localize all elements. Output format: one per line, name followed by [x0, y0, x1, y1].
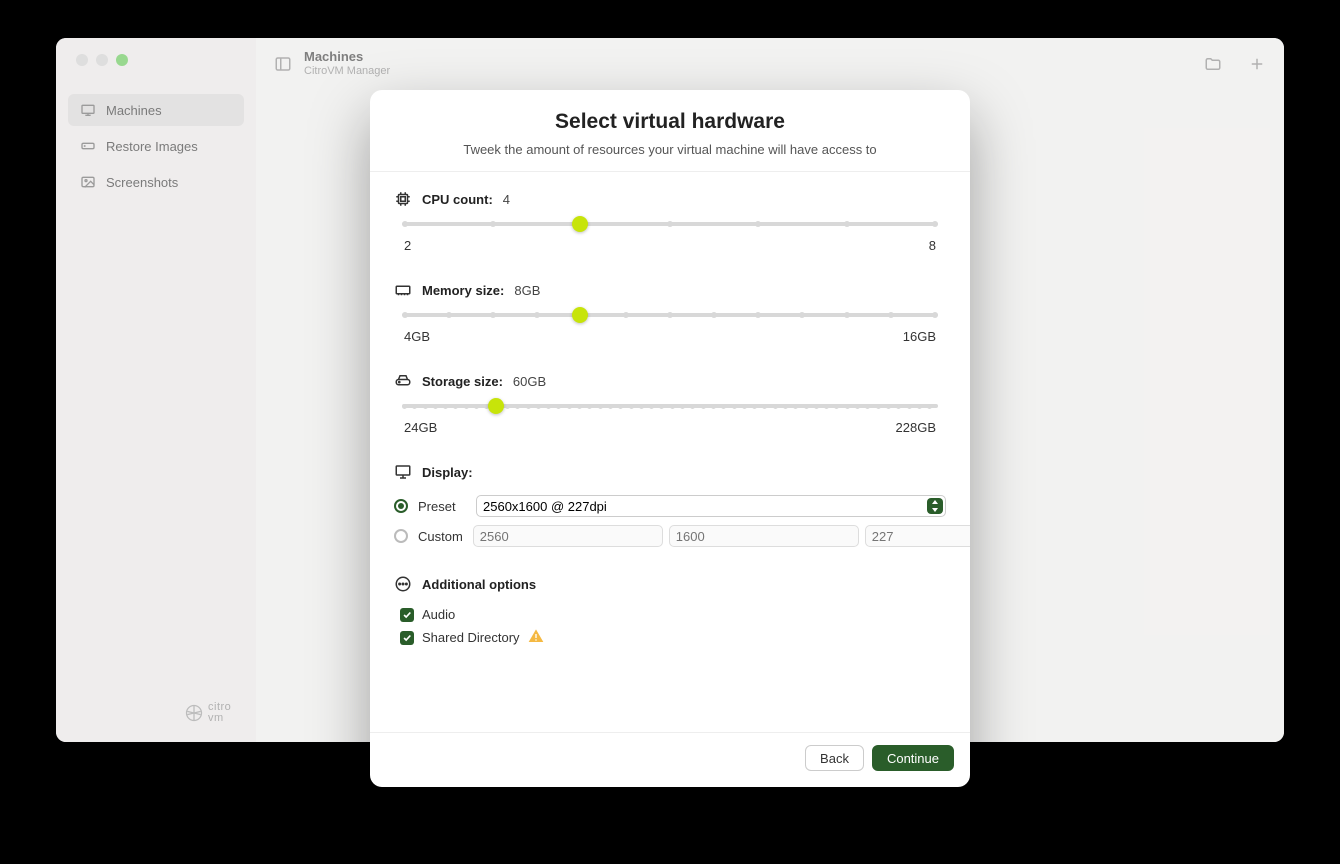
sidebar-item-label: Machines	[106, 103, 162, 118]
chevron-updown-icon	[927, 498, 943, 514]
maximize-window-button[interactable]	[116, 54, 128, 66]
storage-value: 60GB	[513, 374, 546, 389]
display-icon	[80, 102, 96, 118]
drive-icon	[80, 138, 96, 154]
display-label: Display:	[422, 465, 473, 480]
memory-icon	[394, 281, 412, 299]
sidebar-item-screenshots[interactable]: Screenshots	[68, 166, 244, 198]
cpu-slider[interactable]: 2 8	[394, 222, 946, 253]
modal-body: CPU count: 4 2 8 Memory size: 8GB	[370, 172, 970, 732]
modal-subtitle: Tweek the amount of resources your virtu…	[394, 142, 946, 157]
preset-label: Preset	[418, 499, 466, 514]
storage-slider[interactable]: 24GB 228GB	[394, 404, 946, 435]
custom-radio[interactable]	[394, 529, 408, 543]
cpu-section: CPU count: 4 2 8	[394, 190, 946, 253]
display-preset-row: Preset 2560x1600 @ 227dpi	[394, 495, 946, 517]
audio-label: Audio	[422, 607, 455, 622]
cpu-label: CPU count:	[422, 192, 493, 207]
ellipsis-icon	[394, 575, 412, 593]
display-section: Display: Preset 2560x1600 @ 227dpi Custo…	[394, 463, 946, 547]
sidebar-item-label: Restore Images	[106, 139, 198, 154]
memory-label: Memory size:	[422, 283, 504, 298]
continue-button[interactable]: Continue	[872, 745, 954, 771]
custom-height-input[interactable]	[669, 525, 859, 547]
monitor-icon	[394, 463, 412, 481]
back-button[interactable]: Back	[805, 745, 864, 771]
memory-section: Memory size: 8GB 4GB 16GB	[394, 281, 946, 344]
page-title: Machines	[304, 50, 390, 65]
memory-max: 16GB	[903, 329, 936, 344]
custom-label: Custom	[418, 529, 463, 544]
sidebar-item-machines[interactable]: Machines	[68, 94, 244, 126]
modal-header: Select virtual hardware Tweek the amount…	[370, 90, 970, 172]
display-custom-row: Custom	[394, 525, 946, 547]
minimize-window-button[interactable]	[96, 54, 108, 66]
hardware-modal: Select virtual hardware Tweek the amount…	[370, 90, 970, 787]
cpu-value: 4	[503, 192, 510, 207]
preset-radio[interactable]	[394, 499, 408, 513]
storage-max: 228GB	[896, 420, 936, 435]
preset-select[interactable]: 2560x1600 @ 227dpi	[476, 495, 946, 517]
page-subtitle: CitroVM Manager	[304, 65, 390, 78]
storage-label: Storage size:	[422, 374, 503, 389]
additional-label: Additional options	[422, 577, 536, 592]
storage-section: Storage size: 60GB 24GB 228GB	[394, 372, 946, 435]
custom-width-input[interactable]	[473, 525, 663, 547]
cpu-max: 8	[929, 238, 936, 253]
memory-min: 4GB	[404, 329, 430, 344]
memory-value: 8GB	[514, 283, 540, 298]
cpu-min: 2	[404, 238, 411, 253]
sidebar-item-restore-images[interactable]: Restore Images	[68, 130, 244, 162]
modal-footer: Back Continue	[370, 732, 970, 787]
traffic-lights	[56, 54, 256, 90]
custom-dpi-input[interactable]	[865, 525, 970, 547]
cpu-icon	[394, 190, 412, 208]
sidebar-toggle-icon[interactable]	[274, 55, 292, 73]
close-window-button[interactable]	[76, 54, 88, 66]
sidebar: Machines Restore Images Screenshots citr…	[56, 38, 256, 742]
shared-dir-checkbox[interactable]	[400, 631, 414, 645]
app-logo: citro vm	[184, 702, 231, 724]
audio-checkbox[interactable]	[400, 608, 414, 622]
add-icon[interactable]	[1248, 55, 1266, 73]
additional-section: Additional options Audio Shared Director…	[394, 575, 946, 647]
titlebar: Machines CitroVM Manager	[256, 38, 1284, 90]
folder-icon[interactable]	[1204, 55, 1222, 73]
storage-icon	[394, 372, 412, 390]
memory-slider[interactable]: 4GB 16GB	[394, 313, 946, 344]
warning-icon	[528, 628, 544, 647]
storage-min: 24GB	[404, 420, 437, 435]
sidebar-item-label: Screenshots	[106, 175, 178, 190]
image-icon	[80, 174, 96, 190]
shared-dir-label: Shared Directory	[422, 630, 520, 645]
modal-title: Select virtual hardware	[394, 110, 946, 134]
